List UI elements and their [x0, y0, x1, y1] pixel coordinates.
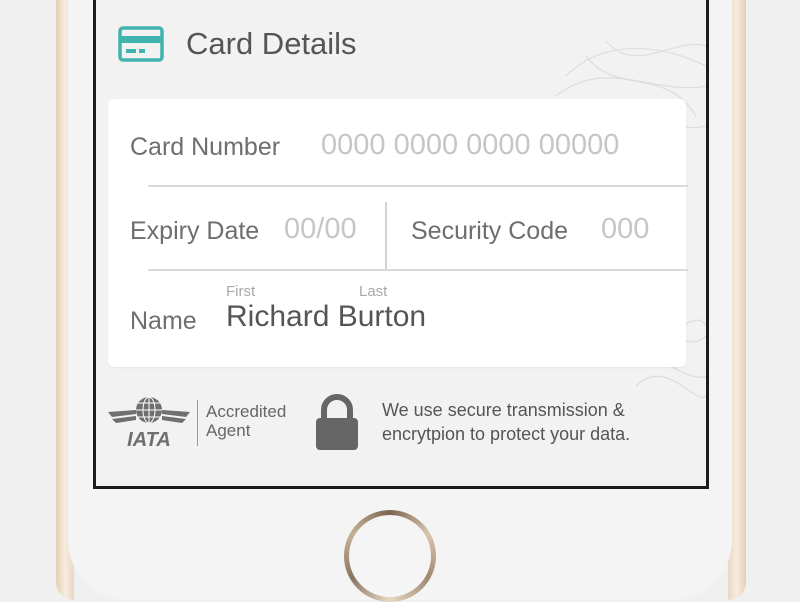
card-details-header: Card Details: [118, 24, 357, 64]
security-message: We use secure transmission & encrytpion …: [382, 400, 631, 444]
security-code-input[interactable]: 000: [601, 213, 649, 246]
agent-line: Agent: [206, 421, 251, 440]
first-name-hint: First: [226, 283, 256, 300]
security-footer: IATA Accredited Agent We use secure tran…: [96, 386, 706, 466]
last-name-hint: Last: [359, 283, 388, 300]
divider: [148, 269, 688, 271]
security-code-label: Security Code: [411, 217, 569, 245]
card-number-label: Card Number: [130, 133, 281, 161]
lock-icon: [316, 394, 358, 450]
name-input[interactable]: Richard Burton: [226, 300, 426, 334]
home-button[interactable]: [344, 510, 436, 602]
iata-logo-text: IATA: [127, 429, 171, 450]
iata-separator: [197, 400, 198, 446]
app-screen: Card Details Card Number 0000 0000 0000 …: [93, 0, 709, 489]
accredited-line: Accredited: [206, 402, 287, 421]
divider: [148, 185, 688, 187]
page-title: Card Details: [186, 26, 357, 61]
card-number-input[interactable]: 0000 0000 0000 00000: [321, 129, 619, 162]
vertical-divider: [385, 202, 387, 270]
name-label: Name: [130, 307, 197, 335]
home-button-inner: [349, 515, 431, 597]
card-form: Card Number 0000 0000 0000 00000 Expiry …: [108, 99, 688, 367]
iata-logo: IATA: [108, 396, 190, 450]
expiry-date-input[interactable]: 00/00: [284, 213, 357, 246]
credit-card-icon: [118, 26, 164, 62]
expiry-date-label: Expiry Date: [130, 217, 260, 245]
accredited-agent-text: Accredited Agent: [206, 402, 286, 440]
